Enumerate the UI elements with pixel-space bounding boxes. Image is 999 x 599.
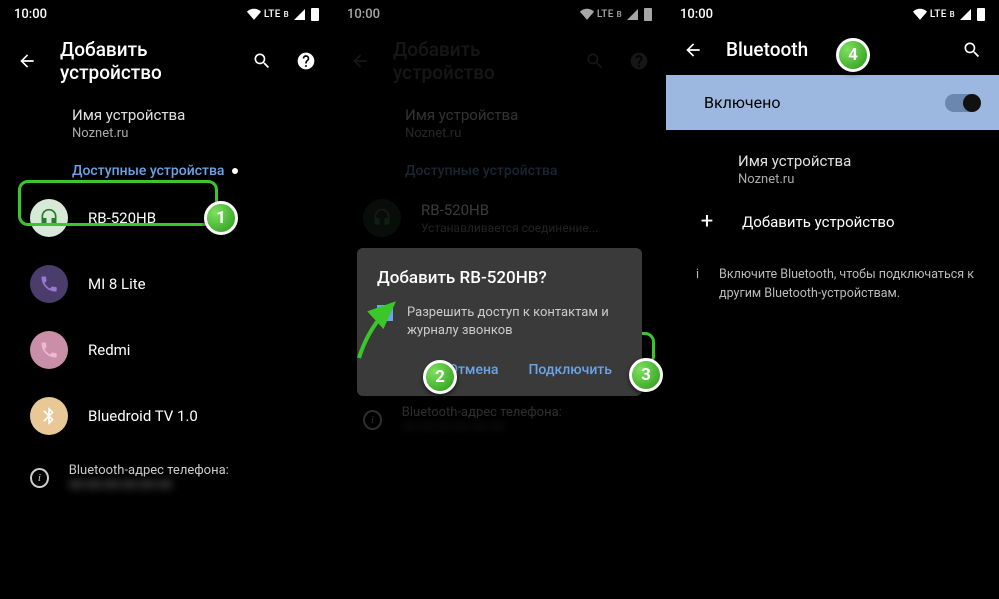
step-badge-4: 4 bbox=[836, 38, 870, 72]
device-row-bluedroid[interactable]: Bluedroid TV 1.0 bbox=[0, 383, 333, 449]
clock: 10:00 bbox=[14, 7, 47, 22]
appbar: Bluetooth bbox=[666, 24, 999, 73]
device-name-section[interactable]: Имя устройства Noznet.ru bbox=[666, 130, 999, 191]
search-icon[interactable] bbox=[251, 50, 273, 72]
bluetooth-icon bbox=[30, 397, 68, 435]
search-icon[interactable] bbox=[961, 39, 983, 61]
step-badge-1: 1 bbox=[204, 201, 238, 235]
back-icon[interactable] bbox=[16, 50, 38, 72]
page-title: Добавить устройство bbox=[60, 38, 229, 84]
screenshot-panel-3: 10:00 LTEB Bluetooth Включено Имя устрой… bbox=[666, 0, 999, 599]
available-devices-header: Доступные устройства bbox=[0, 145, 333, 185]
device-row-redmi[interactable]: Redmi bbox=[0, 317, 333, 383]
page-title: Bluetooth bbox=[726, 38, 939, 61]
device-row-mi8[interactable]: MI 8 Lite bbox=[0, 251, 333, 317]
status-icons: LTEB bbox=[913, 7, 985, 21]
screenshot-panel-2: 10:00 LTEB Добавить устройство Имя устро… bbox=[333, 0, 666, 599]
phone-icon bbox=[30, 331, 68, 369]
add-device-row[interactable]: + Добавить устройство bbox=[666, 191, 999, 252]
headset-icon bbox=[30, 199, 68, 237]
clock: 10:00 bbox=[680, 7, 713, 22]
bt-address-row: i Bluetooth-адрес телефона: 00:00:00:00:… bbox=[0, 449, 333, 507]
plus-icon: + bbox=[696, 209, 718, 234]
back-icon[interactable] bbox=[682, 39, 704, 61]
contacts-checkbox-row[interactable]: Разрешить доступ к контактам и журналу з… bbox=[377, 304, 622, 340]
help-icon[interactable] bbox=[295, 50, 317, 72]
appbar: Добавить устройство bbox=[0, 24, 333, 96]
info-icon: i bbox=[30, 468, 49, 488]
bluetooth-toggle-row[interactable]: Включено bbox=[666, 75, 999, 130]
step-badge-2: 2 bbox=[423, 360, 457, 394]
statusbar: 10:00 LTEB bbox=[666, 0, 999, 24]
toggle-switch[interactable] bbox=[945, 94, 979, 112]
phone-icon bbox=[30, 265, 68, 303]
device-row-rb520hb[interactable]: RB-520HB bbox=[0, 185, 333, 251]
annotation-arrow bbox=[349, 296, 405, 366]
device-name-section[interactable]: Имя устройства Noznet.ru bbox=[0, 96, 333, 145]
screenshot-panel-1: 10:00 LTE B Добавить устройство Имя устр… bbox=[0, 0, 333, 599]
statusbar: 10:00 LTE B bbox=[0, 0, 333, 24]
hint-row: i Включите Bluetooth, чтобы подключаться… bbox=[666, 252, 999, 318]
status-icons: LTE B bbox=[247, 7, 319, 21]
info-icon: i bbox=[696, 266, 699, 304]
dialog-title: Добавить RB-520HB? bbox=[377, 268, 622, 288]
step-badge-3: 3 bbox=[629, 358, 663, 392]
connect-button[interactable]: Подключить bbox=[518, 354, 622, 386]
